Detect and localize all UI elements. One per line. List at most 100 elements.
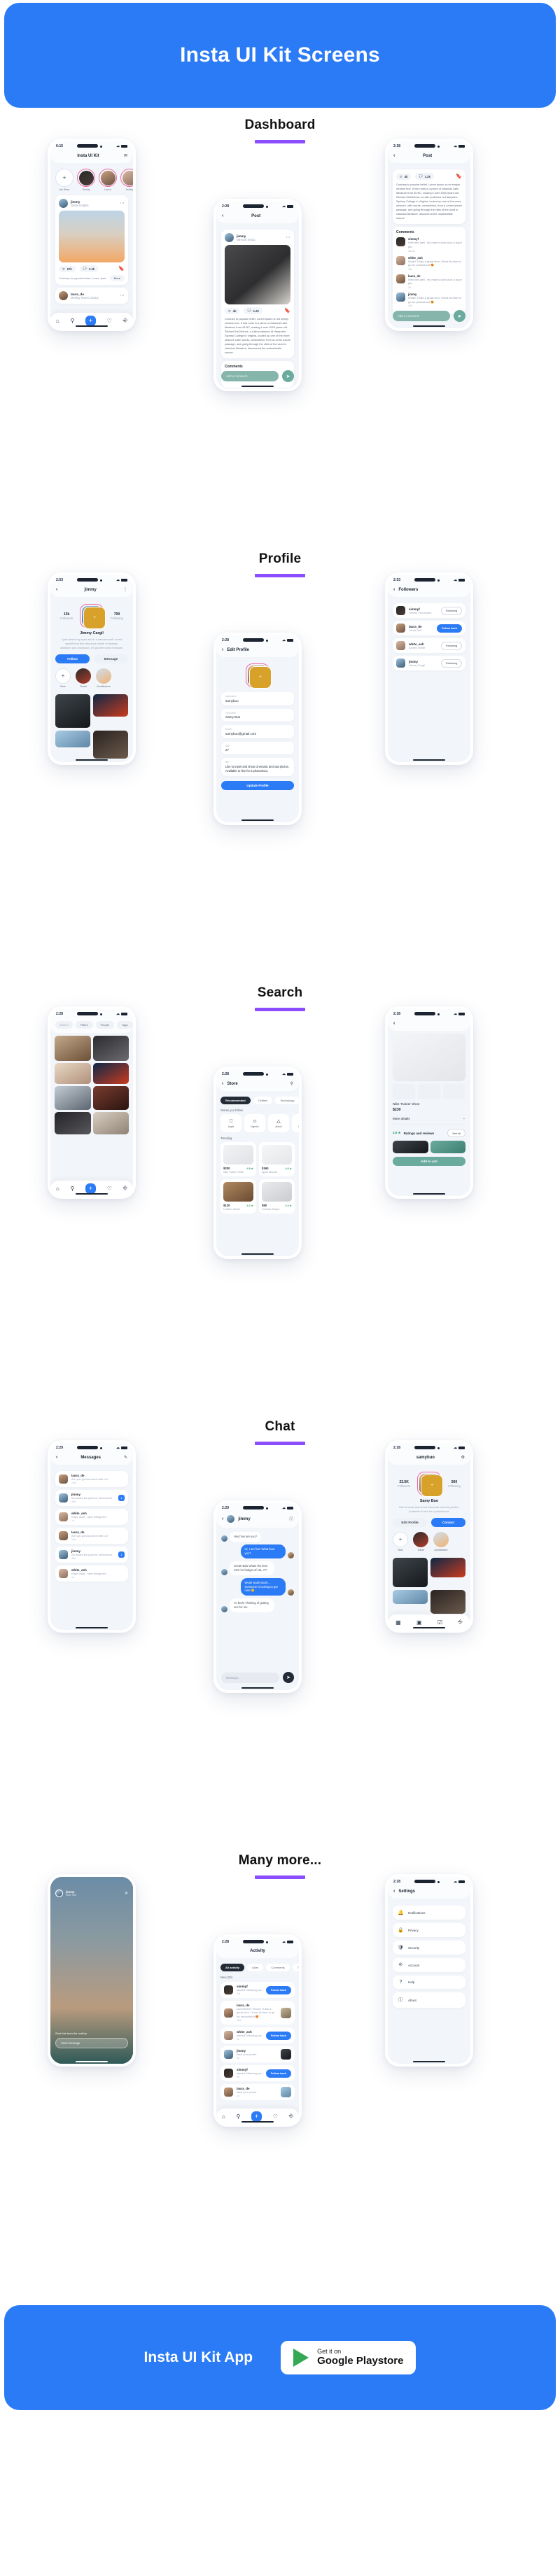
add-story-badge[interactable]: + [83,607,106,629]
stores-row[interactable]:  Apple ☺ Napster △ Airbnb ● [220,1114,299,1132]
email-field[interactable]: Email samybuo@gmail.com [221,725,294,738]
explore-photo[interactable] [55,1112,91,1134]
grid-photo[interactable] [55,694,90,728]
highlight-architecture[interactable]: Architecture [96,668,111,688]
send-icon[interactable]: ➤ [282,370,294,382]
chip-technology[interactable]: Technology [275,1097,299,1104]
back-icon[interactable]: ‹ [222,1081,223,1086]
activity-row[interactable]: laura_de commented "Woah! Thats a great … [220,2001,295,2025]
avatar[interactable] [396,606,405,615]
highlight-new[interactable]: + New [55,668,71,688]
back-icon[interactable]: ‹ [56,587,57,592]
back-icon[interactable]: ‹ [393,587,395,592]
settings-item-security[interactable]: 🛡 Security [393,1941,465,1955]
follow-back-button[interactable]: Follow back [265,2069,291,2078]
message-row[interactable]: jimmy So whats the plan for tommorow! 45… [55,1490,128,1506]
filter-chip[interactable]: Filters [75,1021,93,1029]
grid-photo[interactable] [393,1557,428,1587]
add-icon[interactable]: + [85,1183,97,1194]
like-button[interactable]: ♡ 4k [225,307,240,314]
pencil-icon[interactable]: ✎ [124,1455,127,1460]
highlight-architecture[interactable]: Architecture [433,1531,449,1551]
activity-thumbnail[interactable] [281,2087,291,2098]
chip-clothes[interactable]: Clothes [253,1097,273,1104]
activity-row[interactable]: laura_de liked your photo. 1d [220,2084,295,2101]
add-highlight-icon[interactable]: + [393,1531,408,1547]
avatar[interactable] [396,641,405,650]
tags-chip[interactable]: Tags [117,1021,133,1029]
comment-input[interactable]: Add a comment.. [221,371,279,381]
comment-button[interactable]: 💬 2.2k [79,265,99,272]
comment-button[interactable]: 💬 1.2k [244,307,262,314]
fullname-field[interactable]: Full name Samy Buo [221,708,294,722]
home-icon[interactable]: ⌂ [222,2113,225,2120]
message-input[interactable]: Message... [221,1672,279,1683]
follow-back-button[interactable]: Follow back [265,1985,291,1994]
chat-input-bar[interactable]: Message... ➤ [221,1672,294,1683]
settings-item-about[interactable]: ⓘ About [393,1992,465,2008]
see-all-button[interactable]: See all [447,1129,465,1137]
add-story-badge[interactable]: + [421,1474,444,1497]
home-icon[interactable]: ⌂ [56,1185,59,1192]
info-icon[interactable]: ⓘ [289,1516,293,1522]
explore-photo[interactable] [55,1036,91,1061]
follow-back-button[interactable]: Follow back [265,2031,291,2040]
highlight-travel[interactable]: Travel [76,668,91,688]
following-stat[interactable]: 799 Following [111,612,123,620]
explore-photo[interactable] [55,1063,91,1084]
search-icon[interactable]: ⚲ [236,2113,240,2120]
product-thumbnails[interactable] [393,1084,465,1099]
settings-item-privacy[interactable]: 🔒 Privacy [393,1923,465,1937]
follow-toggle-button[interactable]: Following [440,641,462,650]
message-row[interactable]: laura_de Are you gonna come with us? 15m [55,1528,128,1544]
more-button[interactable]: More [109,275,125,281]
people-chip[interactable]: People [95,1021,115,1029]
story-reply-input[interactable]: Send message [55,2038,128,2048]
back-icon[interactable]: ‹ [222,1516,223,1521]
story-item[interactable]: Laura [99,169,117,191]
store-airbnb[interactable]: △ Airbnb [268,1114,289,1132]
highlight-new[interactable]: + New [393,1531,408,1551]
avatar[interactable] [59,291,68,300]
age-field[interactable]: Age 27 [221,741,294,754]
profile-icon[interactable]: ⎆ [123,317,127,324]
avatar[interactable] [55,1889,63,1897]
explore-photo[interactable] [92,1086,129,1110]
home-icon[interactable]: ⌂ [56,318,59,324]
search-icon[interactable]: ⚲ [70,1185,74,1192]
follow-back-button[interactable]: Follow back [436,624,462,633]
followers-stat[interactable]: 23.5K Followers [398,1480,410,1488]
category-chips[interactable]: Recommended Clothes Technology Food [220,1097,299,1104]
field-value[interactable]: samybuo@gmail.com [225,732,290,736]
bookmark-icon[interactable]: 🔖 [456,174,462,179]
send-icon[interactable]: ➤ [283,1672,294,1683]
message-row[interactable]: laura_de Are you gonna come with us? 15m [55,1471,128,1487]
grid-photo[interactable] [430,1557,465,1577]
tagged-icon[interactable]: ☑ [438,1619,442,1626]
like-button[interactable]: ♡ 4k [396,173,412,180]
activity-thumbnail[interactable] [281,2049,291,2060]
explore-photo[interactable] [92,1063,129,1084]
back-icon[interactable]: ‹ [222,647,223,652]
avatar[interactable] [227,1515,235,1523]
profile-icon[interactable]: ⎆ [458,1619,462,1626]
activity-row[interactable]: simmyf started following you. 1m Follow … [220,1982,295,1998]
edit-profile-button[interactable]: Edit Profile [393,1517,427,1527]
add-to-cart-button[interactable]: Add to cart [393,1157,465,1166]
more-details-label[interactable]: More details [393,1117,410,1120]
message-button[interactable]: Message [94,654,128,663]
follow-toggle-button[interactable]: Following [440,606,462,615]
message-row[interactable]: white_ash Nope dude, I aint telling him.… [55,1509,128,1525]
like-button[interactable]: ♡ 67k [59,265,76,272]
add-comment-bar[interactable]: Add a comment.. ➤ [221,370,294,382]
profile-icon[interactable]: ⎆ [123,1185,127,1192]
add-icon[interactable]: + [251,2111,262,2122]
story-item[interactable]: Simmy [77,169,95,191]
product-card[interactable]: $90 4.4 ★ Ceramic Teapot [259,1179,295,1213]
activity-row[interactable]: simmyf started following you. 3h Follow … [220,2065,295,2082]
highlight-travel[interactable]: Travel [413,1531,428,1551]
avatar[interactable] [396,659,405,668]
settings-item-notifications[interactable]: 🔔 Notifications [393,1906,465,1920]
contact-button[interactable]: Contact [431,1517,465,1527]
change-photo-badge[interactable]: + [249,666,272,689]
